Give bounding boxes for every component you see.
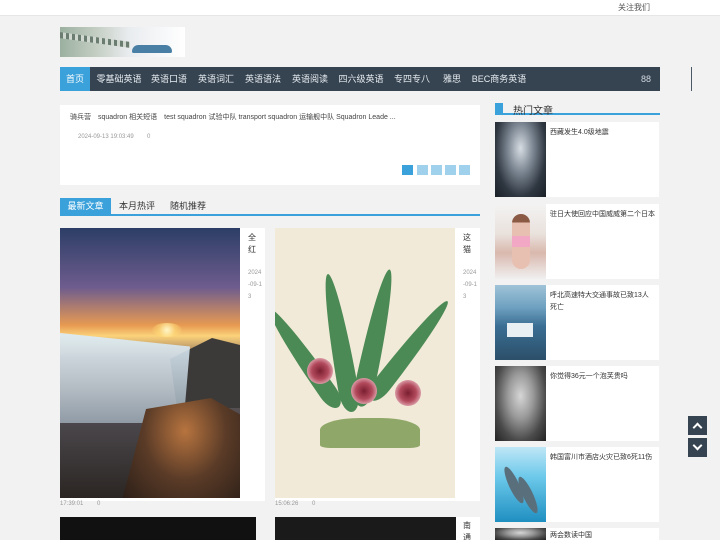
article-meta-time: 17:39:01 — [60, 501, 84, 507]
main-nav: 首页 零基础英语 英语口语 英语词汇 英语语法 英语阅读 四六级英语 专四专八 … — [60, 67, 692, 91]
slider-title[interactable]: 骑兵营 squadron 相关短语 test squadron 试验中队 tra… — [70, 112, 396, 122]
hot-article-thumbnail[interactable] — [495, 285, 546, 360]
article-card[interactable]: 南通 — [275, 517, 480, 540]
nav-item-home[interactable]: 首页 — [60, 67, 90, 91]
grid-icon[interactable]: 88 — [641, 67, 651, 91]
slider-dot-1[interactable] — [402, 165, 413, 175]
hot-article-item[interactable]: 两会数读中国 — [495, 528, 659, 540]
nav-item-beginner[interactable]: 零基础英语 — [93, 67, 145, 91]
article-date: 2024-09-13 — [248, 270, 263, 300]
article-meta-time: 15:06:26 — [275, 501, 299, 507]
nav-item-speaking[interactable]: 英语口语 — [148, 67, 190, 91]
hot-articles-title: 热门文章 — [513, 106, 553, 117]
article-title[interactable]: 南通 — [463, 520, 473, 540]
slider-date: 2024-09-13 19:03:49 — [78, 134, 134, 140]
article-thumbnail[interactable] — [60, 517, 256, 540]
article-date: 2024-09-13 — [463, 270, 478, 300]
scroll-button[interactable] — [688, 438, 707, 457]
hot-article-thumbnail[interactable] — [495, 122, 546, 197]
nav-item-vocabulary[interactable]: 英语词汇 — [195, 67, 237, 91]
hot-article-title[interactable]: 西藏发生4.0级地震 — [550, 127, 655, 139]
article-title[interactable]: 全红 — [248, 232, 258, 256]
article-meta-count: 0 — [312, 501, 316, 507]
hot-article-item[interactable]: 韩国富川市酒店火灾已致6死11伤 — [495, 447, 659, 522]
article-tabs: 最新文章 本月热评 随机推荐 — [60, 198, 480, 216]
heading-accent — [495, 103, 503, 115]
hot-article-title[interactable]: 驻日大使回应中国威威第二个日本 — [550, 209, 655, 221]
nav-item-cet[interactable]: 四六级英语 — [336, 67, 386, 91]
article-card[interactable] — [60, 517, 256, 540]
nav-item-bec[interactable]: BEC商务英语 — [471, 67, 527, 91]
thumb-flower — [351, 378, 377, 404]
article-title[interactable]: 这猫 — [463, 232, 473, 256]
hot-article-item[interactable]: 你觉得36元一个泡芙贵吗 — [495, 366, 659, 441]
nav-item-grammar[interactable]: 英语语法 — [242, 67, 284, 91]
thumb-sun-glow — [152, 323, 182, 337]
thumb-flower — [395, 380, 421, 406]
top-bar: 关注我们 — [0, 0, 720, 16]
slider-comment-count: 0 — [147, 134, 151, 140]
hot-article-item[interactable]: 驻日大使回应中国威威第二个日本 — [495, 204, 659, 279]
nav-divider — [691, 67, 692, 91]
hot-article-thumbnail[interactable] — [495, 528, 546, 540]
chevron-down-icon — [692, 440, 703, 451]
slider-dot-2[interactable] — [417, 165, 428, 175]
article-thumbnail[interactable] — [275, 517, 456, 540]
nav-item-ielts[interactable]: 雅思 — [438, 67, 466, 91]
slider-dot-4[interactable] — [445, 165, 456, 175]
hot-article-title[interactable]: 呼北高速特大交通事故已致13人死亡 — [550, 290, 655, 314]
logo-graphic-rail — [60, 32, 130, 48]
hot-article-item[interactable]: 西藏发生4.0级地震 — [495, 122, 659, 197]
follow-us-link[interactable]: 关注我们 — [618, 2, 650, 13]
hot-article-thumbnail[interactable] — [495, 204, 546, 279]
thumb-flower — [307, 358, 333, 384]
article-thumbnail[interactable] — [60, 228, 240, 498]
tab-monthly-comments[interactable]: 本月热评 — [119, 198, 155, 214]
hot-article-title[interactable]: 韩国富川市酒店火灾已致6死11伤 — [550, 452, 655, 464]
tab-random[interactable]: 随机推荐 — [170, 198, 206, 214]
article-meta-count: 0 — [97, 501, 101, 507]
featured-slider: 骑兵营 squadron 相关短语 test squadron 试验中队 tra… — [60, 105, 480, 185]
site-logo[interactable] — [60, 27, 185, 57]
hot-article-thumbnail[interactable] — [495, 447, 546, 522]
nav-item-tem[interactable]: 专四专八 — [391, 67, 433, 91]
slider-dot-5[interactable] — [459, 165, 470, 175]
hot-articles-heading: 热门文章 — [495, 103, 660, 117]
article-card[interactable]: 这猫 2024-09-13 — [275, 228, 480, 501]
hot-article-item[interactable]: 呼北高速特大交通事故已致13人死亡 — [495, 285, 659, 360]
tab-latest[interactable]: 最新文章 — [60, 198, 111, 214]
hot-article-title[interactable]: 两会数读中国 — [550, 530, 655, 540]
thumb-pier — [507, 323, 533, 337]
article-thumbnail[interactable] — [275, 228, 455, 498]
chevron-up-icon — [692, 422, 703, 433]
back-to-top-button[interactable] — [688, 416, 707, 435]
nav-item-reading[interactable]: 英语阅读 — [289, 67, 331, 91]
thumb-figure — [512, 214, 530, 269]
article-card[interactable]: 全红 2024-09-13 — [60, 228, 265, 501]
logo-graphic-car — [132, 45, 172, 53]
slider-dot-3[interactable] — [431, 165, 442, 175]
hot-article-thumbnail[interactable] — [495, 366, 546, 441]
hot-article-title[interactable]: 你觉得36元一个泡芙贵吗 — [550, 371, 655, 383]
thumb-roots — [320, 418, 420, 448]
